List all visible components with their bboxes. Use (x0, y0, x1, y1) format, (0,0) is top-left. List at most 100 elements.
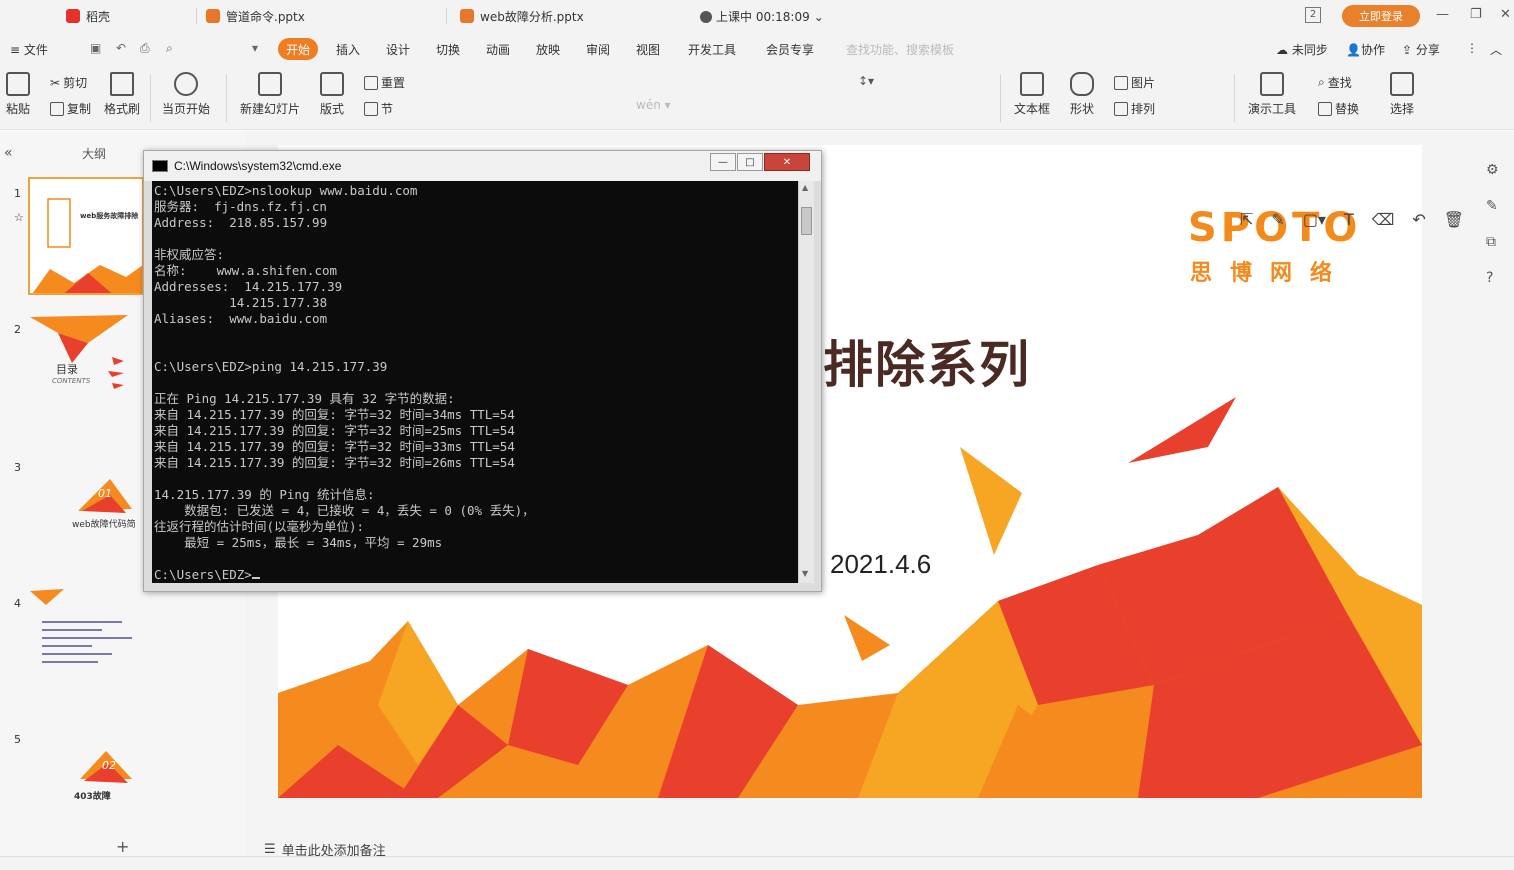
find-button[interactable]: ⌕ 查找 (1318, 74, 1352, 91)
class-timer[interactable]: 上课中 00:18:09 ⌄ (700, 8, 824, 25)
menu-transition[interactable]: 切换 (436, 41, 460, 58)
menu-review[interactable]: 审阅 (586, 41, 610, 58)
slide-thumbnail-2[interactable]: 目录 CONTENTS (28, 313, 144, 431)
slide-4-art (30, 589, 132, 663)
new-slide-label: 新建幻灯片 (240, 102, 301, 116)
reset-button[interactable]: 重置 (364, 74, 405, 91)
copy-button[interactable]: 复制 (50, 100, 91, 117)
undo-icon[interactable]: ↶ (1412, 210, 1425, 229)
cmd-line: 14.215.177.39 的 Ping 统计信息: (154, 487, 375, 502)
ribbon-divider (150, 74, 151, 122)
cmd-line: 往返行程的估计时间(以毫秒为单位): (154, 519, 365, 534)
page-count-badge[interactable]: 2 (1305, 7, 1321, 23)
cmd-close-button[interactable]: ✕ (764, 153, 810, 171)
tab-web-doc[interactable]: web故障分析.pptx (460, 4, 584, 28)
ribbon-toolbar: 粘贴 ✂ 剪切 复制 格式刷 当页开始 新建幻灯片 版式 重置 节 wén ▾ ↕… (0, 66, 1514, 130)
collab-button[interactable]: 👤协作 (1346, 41, 1385, 58)
cmd-scrollbar-thumb[interactable] (801, 207, 812, 235)
menu-view[interactable]: 视图 (636, 41, 660, 58)
cmd-output[interactable]: C:\Users\EDZ>nslookup www.baidu.com 服务器: … (152, 181, 798, 583)
menu-file[interactable]: ≡ 文件 (10, 41, 48, 58)
menu-developer[interactable]: 开发工具 (688, 41, 736, 58)
pen-icon[interactable]: ✎ (1271, 210, 1284, 229)
help-icon[interactable]: ? (1486, 270, 1499, 286)
cmd-maximize-button[interactable]: □ (737, 153, 763, 171)
arrange-button[interactable]: 排列 (1114, 100, 1155, 117)
more-icon[interactable]: ⋮ (1466, 41, 1478, 55)
cut-button[interactable]: ✂ 剪切 (50, 74, 87, 91)
layout-button[interactable]: 版式 (320, 72, 344, 117)
side-toolbar: ⚙ ✎ ⧉ ? (1486, 162, 1499, 286)
minimize-icon[interactable]: — (1436, 7, 1449, 22)
status-bar (0, 856, 1514, 870)
menu-slideshow[interactable]: 放映 (536, 41, 560, 58)
cmd-minimize-button[interactable]: — (710, 153, 736, 171)
quick-preview-icon[interactable]: ⌕ (166, 41, 173, 56)
menu-start[interactable]: 开始 (278, 38, 318, 60)
clipboard-icon (6, 72, 30, 96)
line-spacing-icon[interactable]: ↕▾ (858, 74, 874, 88)
new-slide-button[interactable]: 新建幻灯片 (240, 72, 300, 117)
cmd-line: 正在 Ping 14.215.177.39 具有 32 字节的数据: (154, 391, 455, 406)
pointer-icon[interactable]: ⇱ (1240, 210, 1253, 229)
settings-sliders-icon[interactable]: ⚙ (1486, 162, 1499, 178)
copy-slide-icon[interactable]: ⧉ (1486, 234, 1499, 250)
select-button[interactable]: 选择 (1390, 72, 1414, 117)
shape-label: 形状 (1070, 102, 1095, 116)
add-slide-icon[interactable]: + (116, 837, 129, 856)
section-button[interactable]: 节 (364, 100, 393, 117)
menu-design[interactable]: 设计 (386, 41, 410, 58)
slide-date[interactable]: 2021.4.6 (830, 549, 931, 580)
collapse-ribbon-icon[interactable]: ︿ (1490, 41, 1502, 58)
slide-3-art (78, 479, 132, 513)
presentation-tools-button[interactable]: 演示工具 (1248, 72, 1296, 117)
record-icon (700, 10, 712, 23)
menu-member[interactable]: 会员专享 (766, 41, 814, 58)
scroll-down-icon[interactable]: ▼ (802, 569, 808, 578)
replace-button[interactable]: 替换 (1318, 100, 1359, 117)
tab-docer[interactable]: 稻壳 (66, 4, 110, 28)
trash-icon[interactable]: 🗑 (1444, 210, 1464, 229)
slide-thumbnail-5[interactable]: 02 403故障 (28, 723, 144, 841)
tab-outline[interactable]: 大纲 (82, 145, 106, 162)
console-icon (152, 160, 168, 172)
quick-print-icon[interactable]: ⎙ (140, 41, 150, 56)
rectangle-icon[interactable]: ▢▾ (1303, 210, 1326, 229)
tab-web-doc-label: web故障分析.pptx (480, 9, 584, 24)
cmd-window[interactable]: C:\Windows\system32\cmd.exe — □ ✕ C:\Use… (143, 150, 822, 592)
paste-button[interactable]: 粘贴 (6, 72, 30, 117)
search-function-input[interactable]: 查找功能、搜索模板 (846, 41, 954, 58)
cmd-title-bar[interactable]: C:\Windows\system32\cmd.exe — □ ✕ (144, 151, 821, 181)
eraser-icon[interactable]: ⌫ (1372, 210, 1395, 229)
text-icon[interactable]: T (1344, 210, 1354, 229)
maximize-icon[interactable]: ❐ (1470, 7, 1482, 22)
format-painter-button[interactable]: 格式刷 (104, 72, 140, 117)
edit-icon[interactable]: ✎ (1486, 198, 1499, 214)
login-button[interactable]: 立即登录 (1342, 5, 1420, 27)
slide-thumbnail-3[interactable]: 01 web故障代码简 (28, 451, 144, 569)
scroll-up-icon[interactable]: ▲ (802, 183, 808, 192)
close-icon[interactable]: ✕ (1500, 7, 1511, 22)
menu-animation[interactable]: 动画 (486, 41, 510, 58)
font-tools-icon[interactable]: wén ▾ (636, 98, 671, 112)
sync-status[interactable]: ☁ 未同步 (1276, 41, 1328, 58)
menu-insert[interactable]: 插入 (336, 41, 360, 58)
slide-number: 5 (14, 733, 21, 746)
slide-thumbnail-1[interactable]: web服务故障排除 (28, 177, 144, 295)
quick-more-icon[interactable]: ▾ (252, 41, 258, 55)
collapse-panel-icon[interactable]: « (4, 145, 13, 161)
slide-thumbnail-4[interactable] (28, 587, 144, 705)
shape-button[interactable]: 形状 (1070, 72, 1094, 117)
slide-title[interactable]: 排除系列 (823, 325, 1031, 397)
share-label: 分享 (1415, 43, 1440, 57)
play-from-current-button[interactable]: 当页开始 (162, 72, 210, 117)
quick-save-icon[interactable]: ▣ (90, 41, 101, 55)
picture-button[interactable]: 图片 (1114, 74, 1155, 91)
sync-label: 未同步 (1291, 43, 1328, 57)
quick-undo-icon[interactable]: ↶ (116, 41, 126, 55)
cmd-scrollbar[interactable]: ▲ ▼ (798, 181, 814, 583)
textbox-button[interactable]: 文本框 (1014, 72, 1050, 117)
cmd-line: 14.215.177.38 (154, 295, 328, 310)
share-button[interactable]: ⇪ 分享 (1402, 41, 1440, 58)
tab-pipeline-doc[interactable]: 管道命令.pptx (206, 4, 305, 28)
